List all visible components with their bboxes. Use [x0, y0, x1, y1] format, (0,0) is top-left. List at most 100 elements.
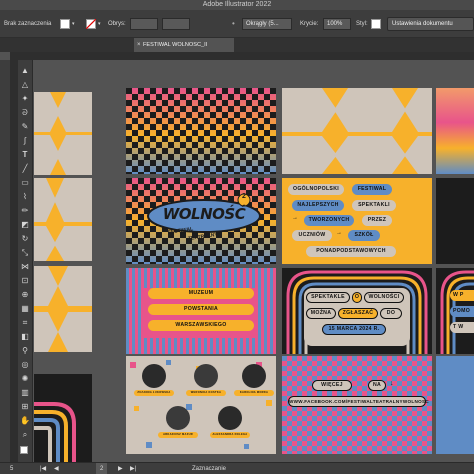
horizontal-ruler: [10, 52, 474, 60]
hexagon-pattern: [34, 266, 92, 352]
magic-wand-tool-icon[interactable]: ✦: [20, 94, 30, 104]
document-settings-button[interactable]: Ustawienia dokumentu: [387, 17, 474, 31]
curvature-tool-icon[interactable]: ∫: [20, 136, 30, 146]
museum-line: POWSTANIA: [148, 304, 254, 315]
current-tool-status: Zaznaczanie: [192, 466, 227, 472]
jury-name: ALEKSANDRA DOLEGA: [210, 432, 250, 438]
previous-artboard-icon[interactable]: ◀: [54, 463, 59, 474]
date-deadline: 15 MARCA 2024 R.: [322, 324, 386, 335]
app-title: Adobe Illustrator 2022: [202, 1, 272, 8]
eraser-tool-icon[interactable]: ◩: [20, 220, 30, 230]
artboard-link-card[interactable]: WIĘCEJ NA ↓ WWW.FACEBOOK.COM/FESTIWALTEA…: [282, 356, 432, 454]
brush-dropdown[interactable]: Okrągły (5...: [242, 18, 292, 30]
next-artboard-icon[interactable]: ▶: [118, 463, 123, 474]
paintbrush-tool-icon[interactable]: ⌇: [20, 192, 30, 202]
gradient-tool-icon[interactable]: ◧: [20, 332, 30, 342]
column-graph-tool-icon[interactable]: ▥: [20, 388, 30, 398]
no-stroke-icon: [86, 19, 96, 29]
scale-tool-icon[interactable]: ⤡: [20, 248, 30, 258]
partial-word: POMO: [450, 306, 474, 317]
stroke-dropdown-icon[interactable]: ▾: [98, 10, 101, 38]
symbol-sprayer-tool-icon[interactable]: ✺: [20, 374, 30, 384]
fill-dropdown-icon[interactable]: ▾: [72, 10, 75, 38]
stroke-label: Obrys:: [108, 21, 126, 27]
pen-tool-icon[interactable]: ✎: [20, 122, 30, 132]
artboard-tool-icon[interactable]: ⊞: [20, 402, 30, 412]
artboard-date-card[interactable]: SPEKTAKLE O WOLNOŚCI MOŻNA ZGŁASZAĆ DO 1…: [282, 268, 432, 354]
shape-builder-tool-icon[interactable]: ⊕: [20, 290, 30, 300]
hexagon-pattern: [34, 178, 92, 261]
fill-swatch[interactable]: [60, 19, 70, 29]
rotate-tool-icon[interactable]: ↻: [20, 234, 30, 244]
date-word: SPEKTAKLE: [306, 292, 350, 303]
artboard-number-input[interactable]: 2: [96, 463, 108, 474]
control-bar: Brak zaznaczenia ▾ ▾ Obrys: • Okrągły (5…: [0, 10, 474, 38]
intro-word: TWORZONYCH: [304, 215, 354, 226]
rectangle-tool-icon[interactable]: ▭: [20, 178, 30, 188]
brush-dot-icon: •: [232, 19, 235, 28]
fill-color-box[interactable]: [20, 446, 28, 454]
opacity-label: Krycie:: [300, 21, 319, 27]
artboard-blue-partial[interactable]: [436, 356, 474, 454]
artboard-left-1[interactable]: [34, 92, 92, 175]
edition-number: 2: [242, 193, 246, 200]
free-transform-tool-icon[interactable]: ⊡: [20, 276, 30, 286]
zoom-level[interactable]: 5: [10, 463, 13, 474]
artboard-title-card[interactable]: WOLNOŚĆ 2 FESTIWAL TEATRALNY: [126, 178, 276, 264]
artboard-intro-card[interactable]: OGÓLNOPOLSKI FESTIWAL NAJLEPSZYCH SPEKTA…: [282, 178, 432, 264]
selection-tool-icon[interactable]: ▲: [20, 66, 30, 76]
pencil-tool-icon[interactable]: ✏: [20, 206, 30, 216]
zoom-tool-icon[interactable]: ⌕: [20, 430, 30, 440]
stroke-width-input[interactable]: [130, 18, 158, 30]
close-tab-icon[interactable]: ×: [137, 38, 141, 52]
eyedropper-tool-icon[interactable]: ⚲: [20, 346, 30, 356]
arrow-right-icon: →: [336, 230, 342, 236]
artboard-dark-partial[interactable]: [436, 178, 474, 264]
jury-name: ZUZANNA ŁUKOWSKA: [134, 390, 174, 396]
intro-word: FESTIWAL: [352, 184, 392, 195]
checker-gradient-pattern: [126, 88, 276, 174]
document-tab[interactable]: × FESTIWAL WOLNOSC_II: [134, 38, 234, 52]
type-tool-icon[interactable]: T: [20, 150, 30, 160]
stroke-swatch[interactable]: [86, 19, 96, 29]
variable-width-dropdown[interactable]: [162, 18, 190, 30]
jury-name: ARKADIUSZ MAZUR: [158, 432, 198, 438]
stripe-curve-pattern: [34, 402, 76, 462]
blend-tool-icon[interactable]: ◎: [20, 360, 30, 370]
direct-selection-tool-icon[interactable]: △: [20, 80, 30, 90]
artboard-left-3[interactable]: [34, 266, 92, 352]
artboard-checker-1[interactable]: [126, 88, 276, 174]
hexagon-pattern: [282, 88, 432, 174]
width-tool-icon[interactable]: ⋈: [20, 262, 30, 272]
artboard-hexagon-1[interactable]: [282, 88, 432, 174]
hand-tool-icon[interactable]: ✋: [20, 416, 30, 426]
line-tool-icon[interactable]: ╱: [20, 164, 30, 174]
artboard-partial-card[interactable]: W P POMO T W: [436, 268, 474, 354]
style-label: Styl:: [356, 21, 368, 27]
intro-word: SZKÓŁ: [348, 230, 380, 241]
last-artboard-icon[interactable]: ▶|: [130, 463, 136, 474]
artboard-museum-card[interactable]: MUZEUM POWSTANIA WARSZAWSKIEGO: [126, 268, 276, 354]
arrow-right-icon: →: [292, 215, 298, 221]
link-on-word: NA: [368, 380, 386, 391]
intro-word: NAJLEPSZYCH: [292, 200, 344, 211]
date-word: O: [352, 292, 362, 303]
style-swatch[interactable]: [371, 19, 381, 29]
artboard-left-4[interactable]: [34, 374, 92, 462]
first-artboard-icon[interactable]: |◀: [40, 463, 46, 474]
artboard-jury-card[interactable]: ZUZANNA ŁUKOWSKA WERONIKA KOSTKA KAROLIN…: [126, 356, 276, 454]
lasso-tool-icon[interactable]: ᘐ: [20, 108, 30, 118]
opacity-input[interactable]: 100%: [323, 18, 351, 30]
link-more-word: WIĘCEJ: [312, 380, 352, 391]
link-url: WWW.FACEBOOK.COM/FESTIWALTEATRALNYWOLNOS…: [288, 396, 429, 407]
confetti-squares: [130, 360, 272, 449]
date-word: MOŻNA: [306, 308, 336, 319]
date-word: WOLNOŚCI: [364, 292, 404, 303]
artboard-left-2[interactable]: [34, 178, 92, 261]
artboard-gradient-partial[interactable]: [436, 88, 474, 174]
perspective-grid-tool-icon[interactable]: ▦: [20, 304, 30, 314]
mesh-tool-icon[interactable]: ⌗: [20, 318, 30, 328]
status-bar: 5 |◀ ◀ 2 ▶ ▶| Zaznaczanie: [0, 462, 474, 474]
tools-panel: ▲ △ ✦ ᘐ ✎ ∫ T ╱ ▭ ⌇ ✏ ◩ ↻ ⤡ ⋈ ⊡ ⊕ ▦ ⌗ ◧ …: [0, 60, 33, 462]
artboard-canvas[interactable]: WOLNOŚĆ 2 FESTIWAL TEATRALNY OGÓLNOPOLSK…: [34, 60, 474, 462]
